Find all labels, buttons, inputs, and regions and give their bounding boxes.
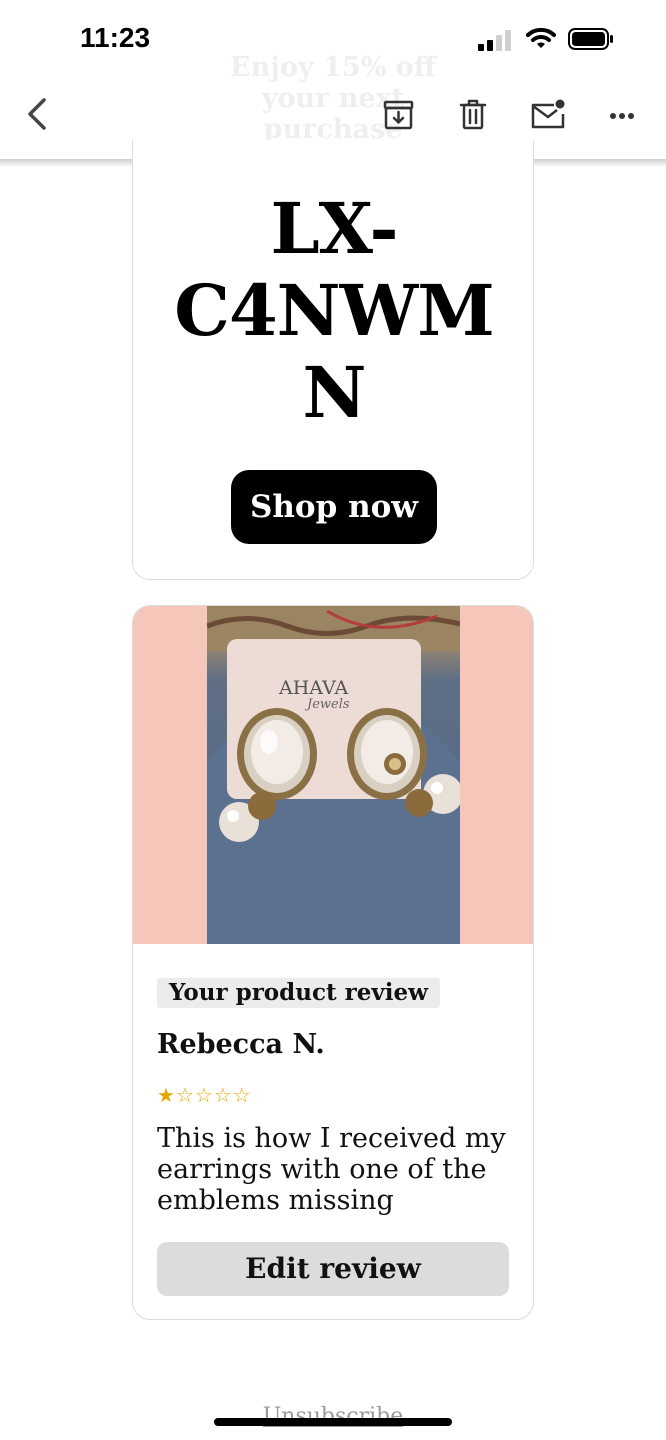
- photo-brand-script: Jewels: [304, 697, 350, 712]
- battery-icon: [568, 28, 614, 50]
- status-time: 11:23: [80, 22, 151, 53]
- mark-unread-button[interactable]: [526, 92, 570, 136]
- promo-card: LX- C4NWM N Shop now: [132, 140, 534, 580]
- review-text: This is how I received my earrings with …: [157, 1123, 506, 1216]
- more-button[interactable]: [600, 92, 644, 136]
- star-filled-icon: ★: [157, 1083, 175, 1107]
- star-empty-icon: ☆: [194, 1083, 213, 1107]
- trash-icon: [459, 99, 487, 130]
- wifi-icon: [526, 26, 556, 50]
- reviewer-name: Rebecca N.: [157, 1029, 325, 1060]
- promo-code-line: C4NWM: [174, 269, 495, 352]
- star-empty-icon: ☆: [213, 1083, 232, 1107]
- edit-review-button[interactable]: Edit review: [157, 1242, 509, 1296]
- archive-icon: [383, 100, 414, 130]
- review-tag: Your product review: [157, 978, 440, 1008]
- promo-code-line: N: [302, 351, 367, 434]
- promo-code: LX- C4NWM N: [153, 188, 515, 434]
- shop-now-button[interactable]: Shop now: [231, 470, 437, 544]
- delete-button[interactable]: [451, 92, 495, 136]
- mail-unread-icon: [531, 99, 565, 129]
- star-empty-icon: ☆: [232, 1083, 251, 1107]
- promo-code-line: LX-: [270, 187, 398, 270]
- back-button[interactable]: [16, 92, 60, 136]
- star-empty-icon: ☆: [175, 1083, 194, 1107]
- chevron-left-icon: [28, 98, 46, 130]
- archive-button[interactable]: [376, 92, 420, 136]
- photo-brand-text: AHAVA: [278, 677, 348, 699]
- product-photo: AHAVA Jewels: [133, 606, 533, 944]
- more-icon: [610, 113, 634, 119]
- review-card: AHAVA Jewels Your product review Rebecca…: [132, 605, 534, 1320]
- star-rating: ★☆☆☆☆: [157, 1084, 252, 1106]
- cellular-signal-icon: [478, 29, 514, 51]
- earrings-image: AHAVA Jewels: [207, 606, 460, 944]
- home-indicator[interactable]: [214, 1418, 452, 1426]
